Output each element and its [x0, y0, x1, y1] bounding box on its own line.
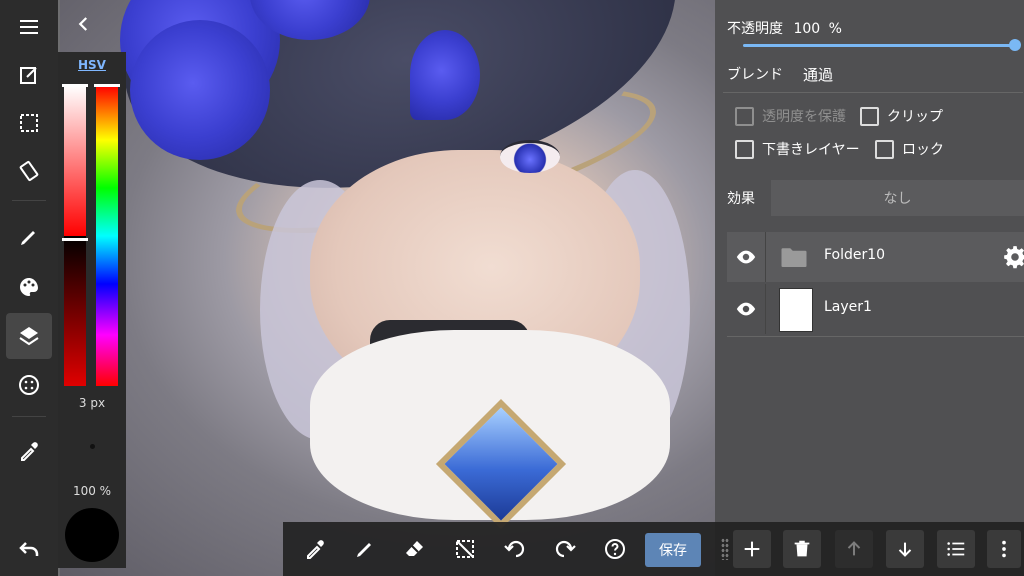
- checkbox-box: [735, 139, 754, 159]
- row-divider: [765, 232, 766, 282]
- pen-tool-icon[interactable]: [349, 533, 381, 565]
- opacity-label: 不透明度 100 %: [727, 21, 842, 37]
- layer-list-button[interactable]: [937, 530, 975, 568]
- move-layer-up-button[interactable]: [835, 530, 873, 568]
- menu-icon[interactable]: [6, 4, 52, 50]
- layer-panel: 不透明度 100 % ブレンド 通過 透明度を保護 クリップ 下書きレイヤー ロ…: [715, 0, 1024, 576]
- drawing-canvas[interactable]: [60, 0, 715, 576]
- panel-divider: [723, 92, 1023, 93]
- undo-icon[interactable]: [6, 526, 52, 572]
- lock-label: ロック: [902, 142, 944, 158]
- bottom-toolbar: 保存: [283, 522, 715, 576]
- add-layer-button[interactable]: [733, 530, 771, 568]
- color-panel: HSV 3 px 100 %: [58, 52, 126, 568]
- palette-icon[interactable]: [6, 264, 52, 310]
- left-toolbar: [0, 0, 58, 576]
- move-layer-down-button[interactable]: [886, 530, 924, 568]
- protect-alpha-checkbox[interactable]: 透明度を保護: [735, 106, 846, 126]
- saturation-slider-knob[interactable]: [62, 84, 88, 87]
- pen-icon[interactable]: [6, 214, 52, 260]
- delete-layer-button[interactable]: [783, 530, 821, 568]
- opacity-slider[interactable]: [743, 44, 1015, 47]
- effect-label: 効果: [727, 191, 755, 207]
- more-vertical-icon: [1002, 540, 1006, 558]
- brightness-slider-lower[interactable]: [64, 236, 86, 386]
- list-icon: [947, 542, 965, 556]
- opacity-unit: %: [828, 21, 842, 37]
- checkbox-box: [860, 106, 879, 126]
- opacity-value: 100: [793, 21, 821, 37]
- drag-grip-icon[interactable]: [721, 538, 729, 560]
- layer-thumbnail: [779, 288, 813, 332]
- arrow-down-icon: [898, 542, 912, 557]
- deselect-icon[interactable]: [449, 533, 481, 565]
- brightness-slider[interactable]: [64, 86, 86, 236]
- opacity-slider-thumb[interactable]: [1009, 39, 1021, 51]
- plus-icon: [744, 541, 760, 557]
- help-icon[interactable]: [599, 533, 631, 565]
- hue-slider[interactable]: [96, 86, 118, 386]
- draft-layer-checkbox[interactable]: 下書きレイヤー: [735, 139, 860, 159]
- visibility-eye-icon[interactable]: [735, 298, 757, 320]
- row-divider: [765, 284, 766, 334]
- redo-icon[interactable]: [549, 533, 581, 565]
- layer-name: Layer1: [824, 299, 872, 315]
- layer-name: Folder10: [824, 247, 886, 263]
- eraser-icon[interactable]: [399, 533, 431, 565]
- effect-select[interactable]: なし: [771, 180, 1024, 216]
- save-button[interactable]: 保存: [645, 533, 701, 567]
- layer-toolbar: [715, 522, 1024, 576]
- checkbox-box: [875, 139, 894, 159]
- more-options-button[interactable]: [987, 530, 1021, 568]
- brush-preview-dot: [90, 444, 95, 449]
- toolbar-divider: [12, 416, 46, 417]
- trash-icon: [794, 540, 810, 557]
- hue-slider-knob[interactable]: [94, 84, 120, 87]
- undo-icon[interactable]: [499, 533, 531, 565]
- clip-checkbox[interactable]: クリップ: [860, 106, 943, 126]
- color-mode-tab[interactable]: HSV: [58, 58, 126, 72]
- blend-mode-select[interactable]: 通過: [803, 64, 833, 85]
- protect-alpha-label: 透明度を保護: [762, 109, 846, 125]
- blend-label: ブレンド: [727, 67, 783, 83]
- edit-canvas-icon[interactable]: [6, 52, 52, 98]
- brush-opacity-label: 100 %: [72, 484, 112, 498]
- layers-icon[interactable]: [6, 313, 52, 359]
- arrow-up-icon: [847, 541, 861, 556]
- brightness-slider-knob[interactable]: [62, 238, 88, 241]
- clip-label: クリップ: [887, 109, 943, 125]
- checkbox-box: [735, 106, 754, 126]
- brush-size-label: 3 px: [78, 396, 106, 410]
- artwork-eye: [500, 140, 560, 173]
- material-icon[interactable]: [6, 362, 52, 408]
- lock-checkbox[interactable]: ロック: [875, 139, 944, 159]
- rotate-canvas-icon[interactable]: [6, 148, 52, 194]
- eyedropper-icon[interactable]: [299, 533, 331, 565]
- current-color-swatch[interactable]: [65, 508, 119, 562]
- layer-row-layer1[interactable]: Layer1: [727, 284, 1024, 334]
- gear-icon[interactable]: [1002, 244, 1024, 270]
- selection-icon[interactable]: [6, 100, 52, 146]
- visibility-eye-icon[interactable]: [735, 246, 757, 268]
- layer-row-folder10[interactable]: Folder10: [727, 232, 1024, 282]
- collapse-panel-button[interactable]: [66, 6, 102, 42]
- toolbar-divider: [12, 200, 46, 201]
- eyedropper-icon[interactable]: [6, 428, 52, 474]
- folder-icon: [781, 248, 807, 267]
- artwork-rose: [130, 20, 270, 160]
- panel-divider: [727, 336, 1024, 337]
- draft-layer-label: 下書きレイヤー: [762, 142, 860, 158]
